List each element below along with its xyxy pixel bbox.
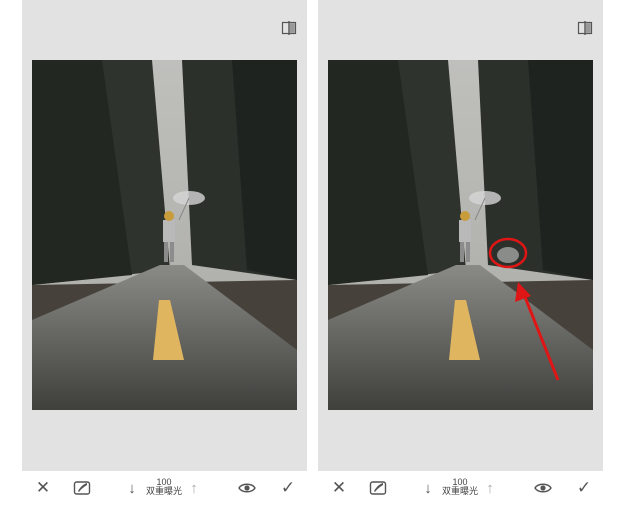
arrow-down-icon[interactable]: ↓	[418, 471, 438, 505]
editor-panel-before: ✕ ↓ 100 双重曝光 ↑ ✓	[22, 0, 307, 505]
editor-panel-after: ✕ ↓ 100 双重曝光 ↑ ✓	[318, 0, 603, 505]
opacity-number: 100	[156, 477, 172, 487]
check-icon[interactable]: ✓	[571, 471, 597, 505]
eye-icon[interactable]	[234, 471, 260, 505]
arrow-down-icon[interactable]: ↓	[122, 471, 142, 505]
tool-label: 双重曝光	[145, 487, 182, 497]
check-icon[interactable]: ✓	[275, 471, 301, 505]
eye-icon[interactable]	[530, 471, 556, 505]
photo-canvas[interactable]	[32, 60, 297, 410]
arrow-up-icon[interactable]: ↑	[184, 471, 204, 505]
brush-icon[interactable]	[365, 471, 391, 505]
close-icon[interactable]: ✕	[30, 471, 56, 505]
brush-icon[interactable]	[69, 471, 95, 505]
bottom-toolbar: ✕ ↓ 100 双重曝光 ↑ ✓	[318, 471, 603, 505]
opacity-value: 100 双重曝光	[140, 477, 188, 497]
bottom-toolbar: ✕ ↓ 100 双重曝光 ↑ ✓	[22, 471, 307, 505]
photo-canvas[interactable]	[328, 60, 593, 410]
tool-label: 双重曝光	[441, 487, 478, 497]
opacity-value: 100 双重曝光	[436, 477, 484, 497]
compare-icon[interactable]	[577, 20, 593, 36]
opacity-number: 100	[452, 477, 468, 487]
compare-icon[interactable]	[281, 20, 297, 36]
arrow-up-icon[interactable]: ↑	[480, 471, 500, 505]
close-icon[interactable]: ✕	[326, 471, 352, 505]
